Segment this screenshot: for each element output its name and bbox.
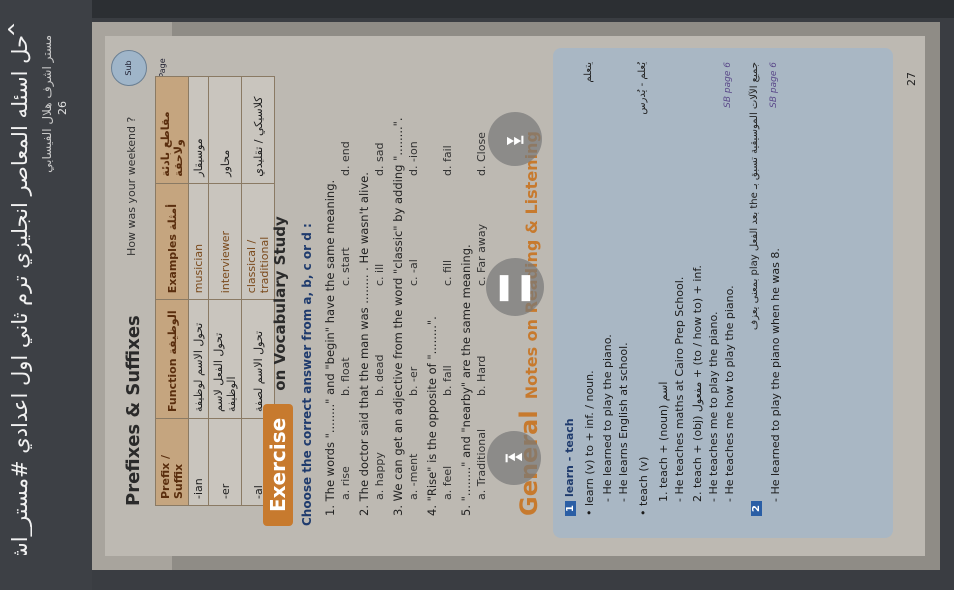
top-bar [0,0,954,18]
note-line: 2. teach + (obj) مفعول + (to / how to) +… [691,265,704,502]
option: c. start [339,247,352,286]
option: c. fill [441,259,454,286]
table-header-suffix: Prefix / Suffix [155,418,189,506]
question-2: 2. The doctor said that the man was ....… [357,172,371,516]
table-header-ar: مقاطع بادئة ولاحقة [155,76,189,184]
option: a. -ment [407,453,420,500]
option: d. fail [441,145,454,176]
note-line: - He learned to play the piano when he w… [769,248,782,502]
table-cell: -ian [188,418,209,506]
exercise-heading: Exercise on Vocabulary Study [263,216,293,526]
option: a. happy [373,452,386,500]
video-title-panel: حل اسئله المعاصر انجليزي ترم ثاني اول اع… [0,0,92,590]
skip-previous-icon: ⏮ [505,446,523,470]
prefixes-title: Prefixes & Suffixes [123,315,144,506]
option: c. ill [373,263,386,286]
page-indicator: 26 [56,101,69,115]
table-row: -ian تحول الاسم لوظيفة musician موسيقار [188,76,209,506]
note-arabic: يُعلم - يُدرس [637,62,648,115]
option: d. end [339,141,352,176]
option: b. Hard [475,355,488,396]
option: a. feel [441,465,454,500]
table-header-function: Function الوظيفة [155,299,189,419]
table-cell: كلاسيكي / تقليدي [241,76,275,184]
note-line: - He learned to play the piano. [601,334,614,502]
note-line: - He teaches maths at Cairo Prep School. [673,276,686,502]
table-cell: تحول الفعل لاسم الوظيفة [208,299,242,419]
pause-icon: ❚❚ [493,272,537,302]
option: b. dead [373,354,386,396]
exercise-label: Exercise [263,403,293,526]
table-cell: محاور [208,76,242,184]
question-4: 4. "Rise" is the opposite of "........". [425,316,439,516]
option: a. rise [339,466,352,500]
note-arabic: يتعلم [583,62,594,83]
note-line: - He teaches me how to play the piano. [723,285,736,502]
option: d. Close [475,132,488,176]
option: c. Far away [475,223,488,286]
table-row: -er تحول الفعل لاسم الوظيفة interviewer … [208,76,242,506]
suffix-table: Prefix / Suffix Function الوظيفة Example… [155,76,275,506]
note-number: 1 [565,501,576,516]
option: b. -er [407,366,420,396]
pause-button[interactable]: ❚❚ [486,258,544,316]
notes-box: 1 learn - teach • learn (v) to + inf. / n… [553,48,893,538]
sub-page-badge: Sub Page [111,50,167,86]
weekend-question: How was your weekend ? [125,116,138,256]
note-line: • learn (v) to + inf. / noun. [583,370,596,516]
option: b. fall [441,365,454,396]
sb-page-ref: SB page 6 [723,62,733,108]
exercise-instruction: Choose the correct answer from a, b, c o… [300,223,314,526]
option: d. -ion [407,141,420,176]
page-number: 27 [905,72,918,86]
table-cell: -er [208,418,242,506]
play-note-arabic: جميع الآلات الموسيقية تسبق بـ the بعد ال… [749,62,760,331]
option: d. sad [373,142,386,176]
table-cell: تحول الاسم لوظيفة [188,299,209,419]
note-line: 1. teach + (noun) اسم [657,381,670,502]
table-cell: musician [188,183,209,300]
previous-button[interactable]: ⏮ [487,431,541,485]
channel-name: مستر اشرف هلال الفيسابي [40,35,54,173]
option: a. Traditional [475,428,488,500]
question-5: 5. "........" and "nearby" are the same … [459,244,473,516]
note-line: • teach (v) [637,456,650,516]
option: b. float [339,357,352,396]
note-heading: 2 [749,497,762,516]
back-chevron-icon[interactable]: ‹ [6,14,34,54]
note-line: - He teaches me to play the piano. [707,311,720,502]
sb-page-ref: SB page 6 [769,62,779,108]
next-button[interactable]: ⏭ [488,112,542,166]
note-number: 2 [751,501,762,516]
note-heading: 1 learn - teach [563,418,576,516]
question-3: 3. We can get an adjective from the word… [391,117,405,516]
option: c. -al [407,259,420,286]
table-header-examples: Examples أمثلة [155,183,189,300]
note-text: learn - teach [563,418,576,498]
exercise-subtitle: on Vocabulary Study [271,216,289,391]
note-line: - He learns English at school. [617,342,630,502]
table-cell: interviewer [208,183,242,300]
video-title: حل اسئله المعاصر انجليزي ترم ثاني اول اع… [8,35,32,555]
question-1: 1. The words "........" and "begin" have… [323,179,337,516]
skip-next-icon: ⏭ [506,127,524,151]
table-cell: موسيقار [188,76,209,184]
